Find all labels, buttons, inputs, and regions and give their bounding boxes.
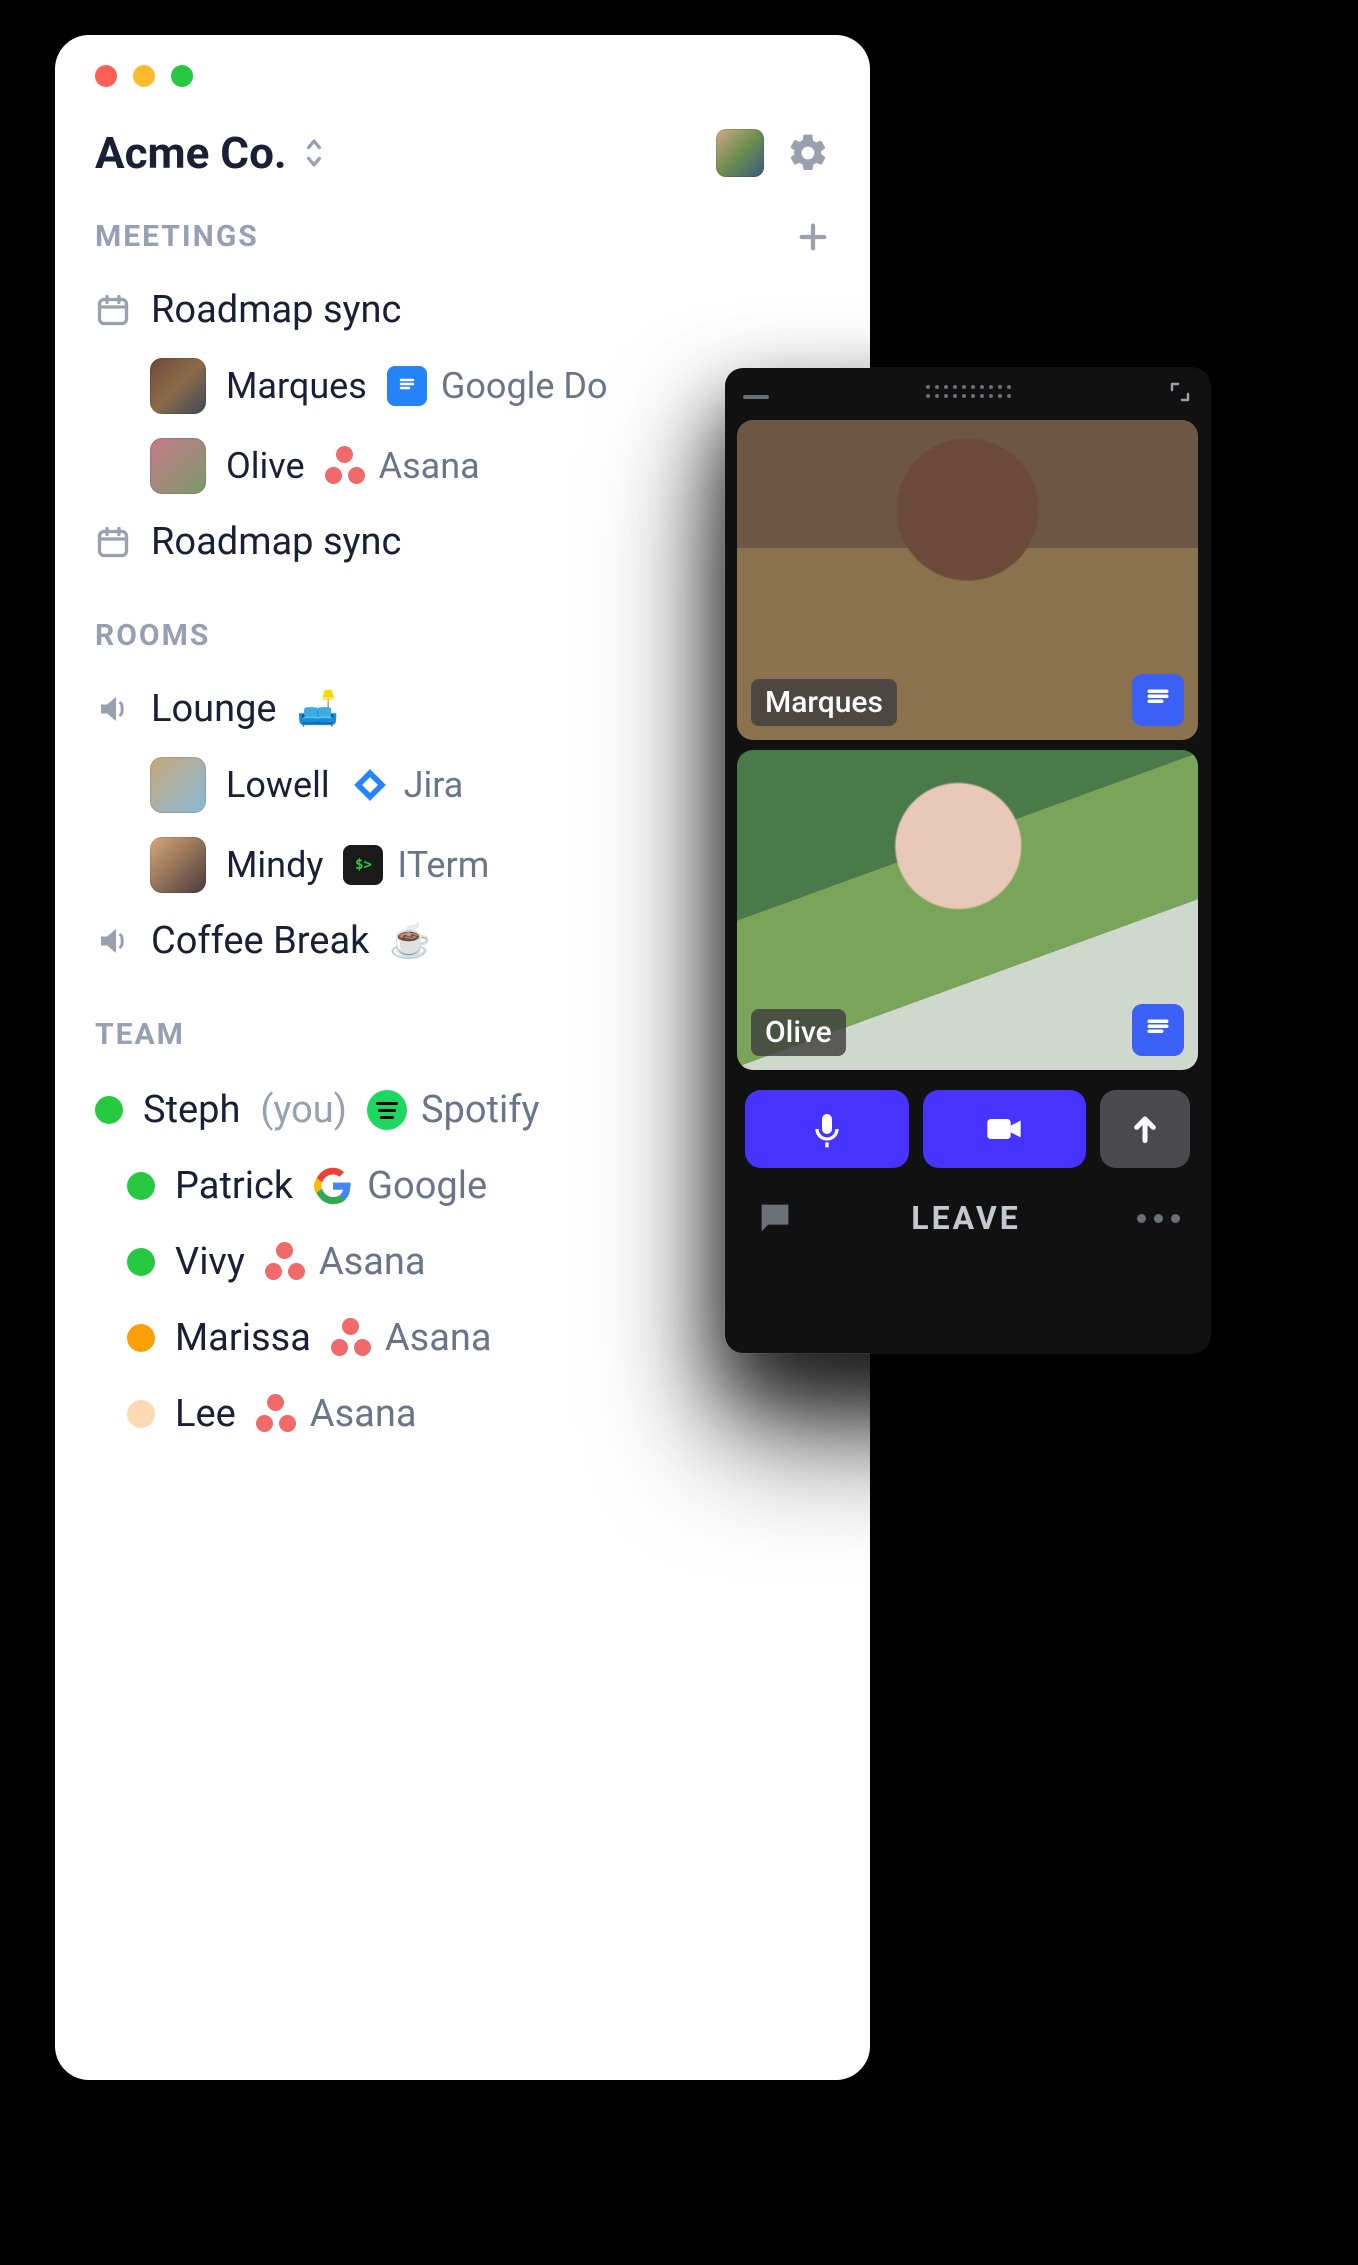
app-name: Asana [310, 1392, 417, 1436]
app-name: Google [367, 1164, 487, 1208]
chat-button[interactable] [755, 1198, 795, 1238]
app-tag: $> ITerm [343, 844, 489, 886]
screenshare-button[interactable] [1100, 1090, 1190, 1168]
camera-button[interactable] [923, 1090, 1087, 1168]
speaker-icon [95, 923, 131, 959]
participant-name: Mindy [226, 844, 323, 886]
team-label: TEAM [95, 1017, 185, 1052]
team-name: Lee [175, 1392, 236, 1436]
jira-icon [350, 765, 390, 805]
app-name: Spotify [421, 1088, 539, 1132]
team-section-header: TEAM [95, 1017, 830, 1052]
app-tag: Google [313, 1164, 487, 1208]
asana-icon [325, 446, 365, 486]
settings-button[interactable] [786, 131, 830, 175]
calendar-icon [95, 292, 131, 328]
close-window-button[interactable] [95, 65, 117, 87]
app-tag: Asana [331, 1316, 492, 1360]
room-item[interactable]: Coffee Break ☕ [95, 905, 830, 977]
presence-indicator [127, 1400, 155, 1428]
leave-button[interactable]: LEAVE [911, 1199, 1020, 1237]
meeting-item[interactable]: Roadmap sync [95, 274, 830, 346]
app-name: Jira [404, 764, 464, 806]
avatar [150, 358, 206, 414]
app-name: Asana [379, 445, 480, 487]
add-meeting-button[interactable] [796, 220, 830, 254]
avatar [150, 757, 206, 813]
iterm-icon: $> [343, 845, 383, 885]
room-title: Coffee Break [151, 919, 369, 963]
chevron-up-down-icon [301, 135, 327, 171]
participant-name: Lowell [226, 764, 330, 806]
tile-name: Marques [751, 679, 897, 726]
rooms-section-header: ROOMS [95, 618, 830, 653]
more-options-button[interactable] [1137, 1214, 1180, 1223]
app-tag: Asana [256, 1392, 417, 1436]
video-tile[interactable]: Marques [737, 420, 1198, 740]
workspace-switcher[interactable]: Acme Co. [95, 127, 327, 179]
tile-share-button[interactable] [1132, 674, 1184, 726]
team-name: Marissa [175, 1316, 311, 1360]
team-item[interactable]: Steph (you) Spotify [95, 1072, 830, 1148]
workspace-name: Acme Co. [95, 127, 287, 179]
asana-icon [256, 1394, 296, 1434]
calendar-icon [95, 524, 131, 560]
current-user-avatar[interactable] [716, 129, 764, 177]
presence-indicator [127, 1172, 155, 1200]
participant-name: Olive [226, 445, 305, 487]
presence-indicator [127, 1324, 155, 1352]
speaker-icon [95, 691, 131, 727]
presence-indicator [95, 1096, 123, 1124]
presence-indicator [127, 1248, 155, 1276]
rooms-label: ROOMS [95, 618, 210, 653]
asana-icon [265, 1242, 305, 1282]
app-tag: Google Do [387, 365, 608, 407]
window-controls [95, 65, 830, 87]
app-tag: Spotify [367, 1088, 539, 1132]
tile-name: Olive [751, 1009, 846, 1056]
meetings-label: MEETINGS [95, 219, 259, 254]
room-item[interactable]: Lounge 🛋️ [95, 673, 830, 745]
meeting-item[interactable]: Roadmap sync [95, 506, 830, 578]
room-emoji: ☕ [389, 921, 431, 961]
maximize-window-button[interactable] [171, 65, 193, 87]
participant-name: Marques [226, 365, 367, 407]
spotify-icon [367, 1090, 407, 1130]
avatar [150, 837, 206, 893]
tile-share-button[interactable] [1132, 1004, 1184, 1056]
app-name: Asana [385, 1316, 492, 1360]
app-tag: Asana [265, 1240, 426, 1284]
team-name: Vivy [175, 1240, 245, 1284]
avatar [150, 438, 206, 494]
app-name: ITerm [397, 844, 489, 886]
asana-icon [331, 1318, 371, 1358]
call-panel: Marques Olive [725, 368, 1210, 1353]
video-tile[interactable]: Olive [737, 750, 1198, 1070]
app-name: Google Do [441, 365, 608, 407]
app-tag: Jira [350, 764, 464, 806]
drag-handle[interactable] [926, 385, 1012, 399]
meeting-title: Roadmap sync [151, 520, 401, 564]
google-icon [313, 1166, 353, 1206]
meetings-section-header: MEETINGS [95, 219, 830, 254]
minimize-call-button[interactable] [743, 395, 769, 399]
mute-button[interactable] [745, 1090, 909, 1168]
meeting-title: Roadmap sync [151, 288, 401, 332]
team-name: Patrick [175, 1164, 293, 1208]
expand-call-button[interactable] [1168, 380, 1192, 404]
google-docs-icon [387, 366, 427, 406]
minimize-window-button[interactable] [133, 65, 155, 87]
app-tag: Asana [325, 445, 480, 487]
room-emoji: 🛋️ [297, 689, 339, 729]
team-item[interactable]: Lee Asana [127, 1376, 830, 1452]
you-label: (you) [260, 1088, 347, 1132]
team-name: Steph [143, 1088, 240, 1132]
app-name: Asana [319, 1240, 426, 1284]
room-title: Lounge [151, 687, 277, 731]
